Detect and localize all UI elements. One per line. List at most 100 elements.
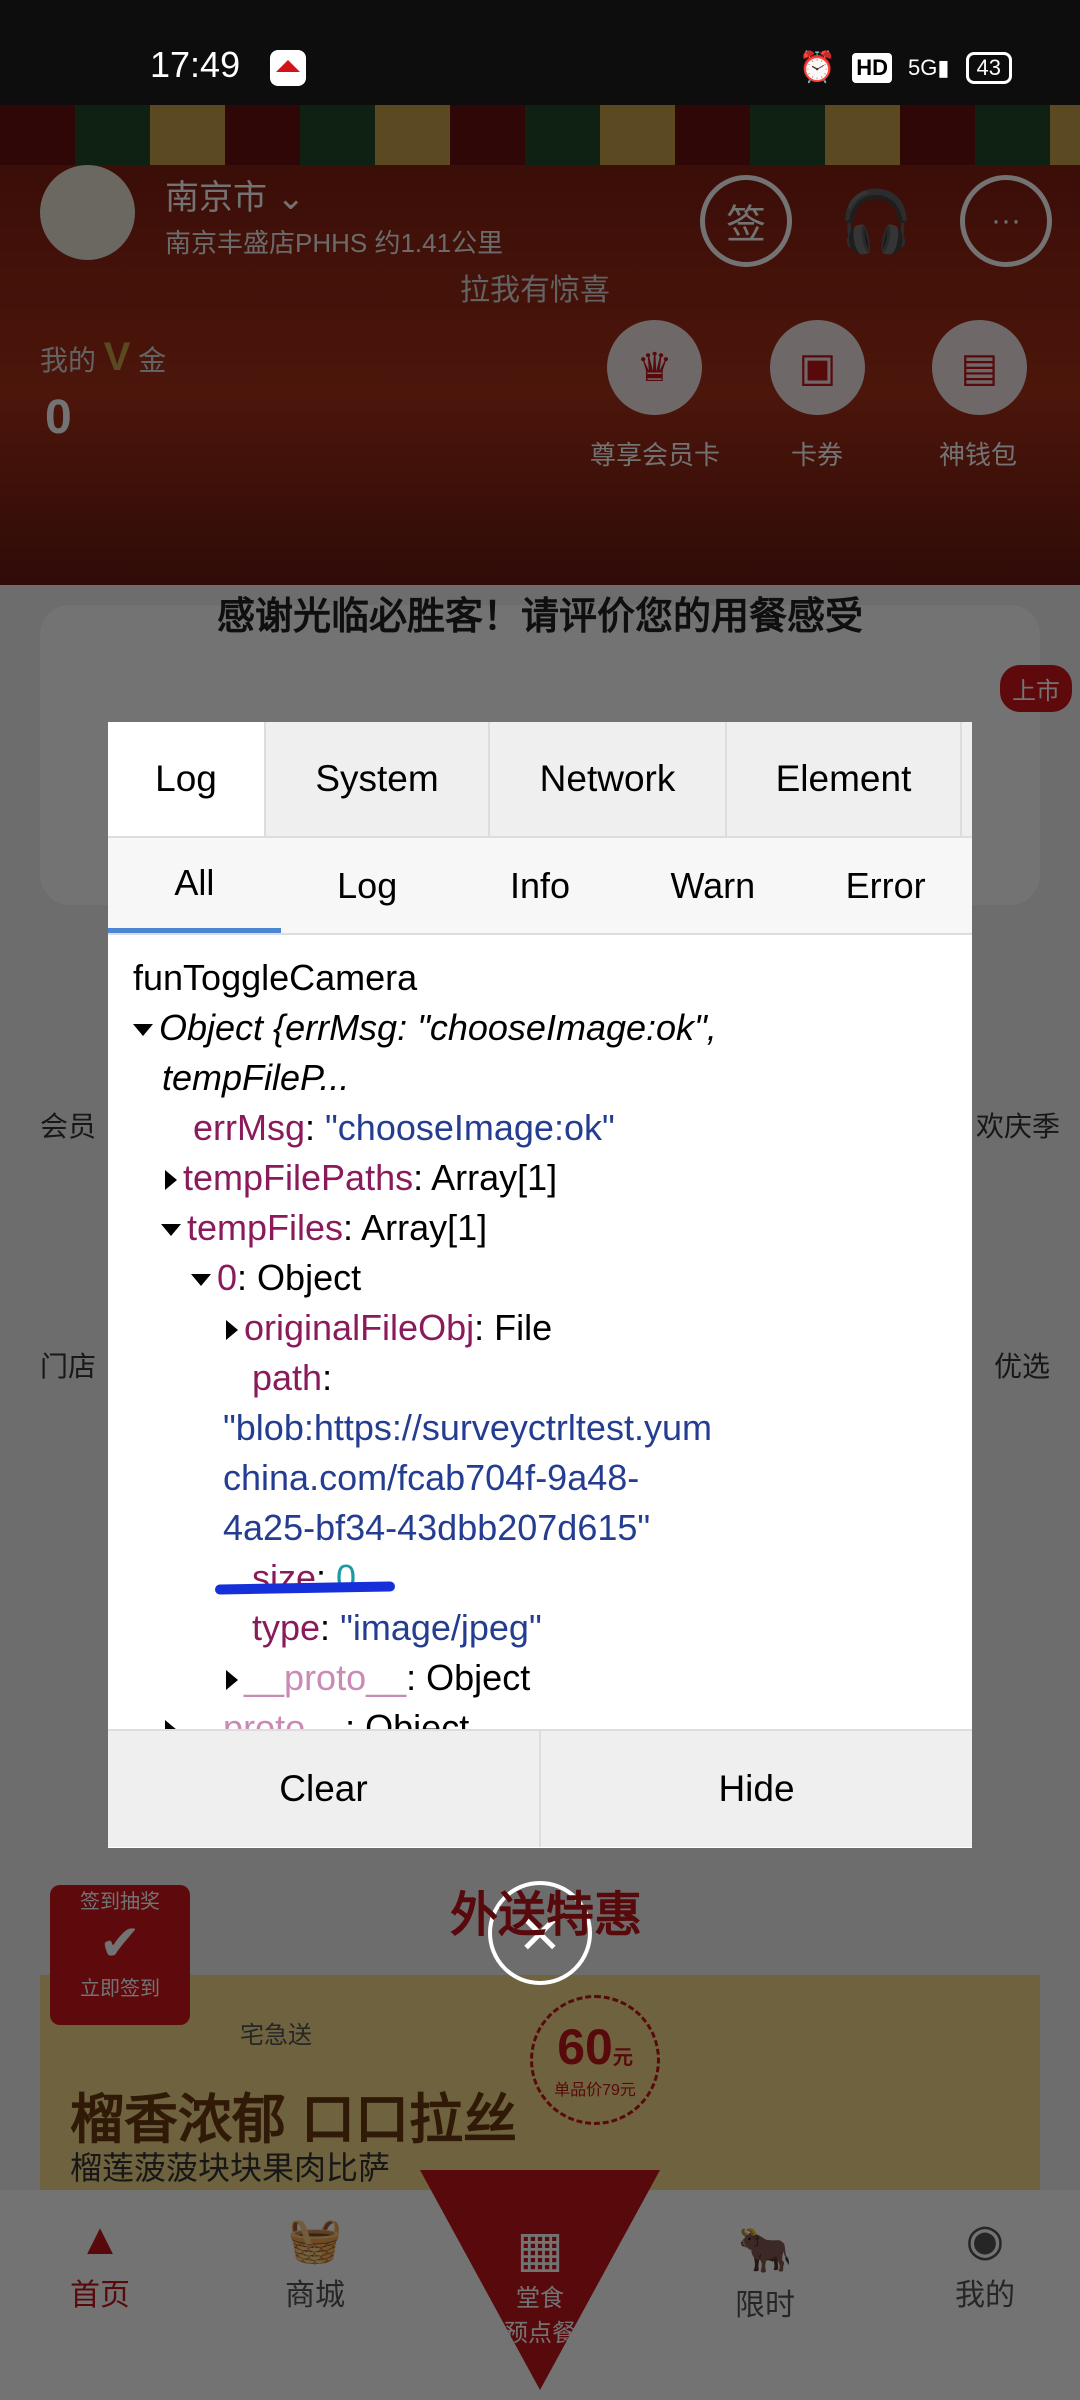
- key: errMsg: [193, 1107, 306, 1148]
- nav-limited[interactable]: 🐂 限时: [685, 2220, 845, 2324]
- tab-network[interactable]: Network: [490, 722, 727, 836]
- tab-log[interactable]: Log: [108, 722, 266, 836]
- signal-icon: 5G▮: [908, 54, 950, 80]
- value: Array[1]: [361, 1207, 488, 1248]
- sign-label: 签: [726, 203, 766, 247]
- price-unit: 元: [612, 2047, 633, 2069]
- qr-code-icon: ▦: [516, 2221, 564, 2277]
- bull-icon: 🐂: [737, 2226, 793, 2275]
- path-value-3: 4a25-bf34-43dbb207d615": [223, 1507, 651, 1548]
- key: tempFilePaths: [183, 1157, 414, 1198]
- sign-in-lottery[interactable]: 签到抽奖 ✔ 立即签到: [50, 1885, 190, 2025]
- store-info[interactable]: 南京丰盛店PHHS 约1.41公里: [165, 223, 503, 260]
- object-summary[interactable]: Object {errMsg: "chooseImage:ok",: [108, 1003, 972, 1053]
- my-label: 我的: [40, 345, 97, 376]
- pull-surprise[interactable]: 拉我有惊喜: [460, 265, 610, 309]
- sign-in-now: 立即签到: [80, 1978, 160, 2000]
- crown-icon[interactable]: ♛: [607, 320, 702, 415]
- alarm-icon: ⏰: [798, 51, 837, 84]
- log-output[interactable]: funToggleCamera Object {errMsg: "chooseI…: [108, 935, 972, 1729]
- wallet-icon[interactable]: ▣: [770, 320, 865, 415]
- tempfilepaths-line[interactable]: tempFilePaths: Array[1]: [108, 1153, 972, 1203]
- collapse-triangle-icon: [161, 1224, 181, 1237]
- expand-triangle-icon: [165, 1170, 177, 1191]
- expand-triangle-icon: [165, 1720, 177, 1729]
- filter-all[interactable]: All: [108, 838, 281, 933]
- v-gold-label: 我的 V 金: [40, 335, 166, 380]
- headset-icon[interactable]: 🎧: [830, 175, 922, 267]
- hide-button[interactable]: Hide: [539, 1731, 972, 1847]
- tab-element[interactable]: Element: [727, 722, 962, 836]
- section-title: 外送特惠: [450, 1889, 643, 1942]
- nav-home[interactable]: ▲ 首页: [20, 2210, 180, 2314]
- nav-home-label: 首页: [70, 2279, 130, 2312]
- filter-info[interactable]: Info: [454, 838, 627, 933]
- side-label-left2[interactable]: 门店: [40, 1345, 96, 1385]
- nav-limited-label: 限时: [735, 2289, 795, 2322]
- key: originalFileObj: [244, 1307, 475, 1348]
- sign-in-badge: 签到抽奖: [80, 1891, 160, 1913]
- side-label-right2[interactable]: 优选: [994, 1345, 1050, 1385]
- expand-triangle-icon: [226, 1320, 238, 1341]
- console-actions: Clear Hide: [108, 1729, 972, 1847]
- path-line: path:: [252, 1357, 333, 1398]
- message-icon[interactable]: ···: [960, 175, 1052, 267]
- city-label: 南京市: [165, 179, 267, 217]
- expand-triangle-icon: [226, 1670, 238, 1691]
- value: "image/jpeg": [340, 1607, 542, 1648]
- nav-mine-label: 我的: [955, 2279, 1015, 2312]
- v-gold-value: 0: [45, 391, 72, 444]
- object-summary-cont: tempFileP...: [162, 1057, 350, 1098]
- size-line: size: 0: [252, 1557, 357, 1598]
- index-line[interactable]: 0: Object: [108, 1253, 972, 1303]
- network-type: 5G: [908, 54, 938, 80]
- filter-error[interactable]: Error: [799, 838, 972, 933]
- coupon-label[interactable]: 卡券: [737, 435, 897, 472]
- console-tabs: Log System Network Element: [108, 722, 972, 838]
- purse-icon[interactable]: ▤: [932, 320, 1027, 415]
- pizzahut-roof-icon: ▲: [78, 2215, 122, 2264]
- nav-mine[interactable]: ◉ 我的: [905, 2210, 1065, 2314]
- pizzahut-notification-icon: [270, 50, 306, 86]
- member-card-label[interactable]: 尊享会员卡: [575, 435, 735, 472]
- originalfileobj-line[interactable]: originalFileObj: File: [108, 1303, 972, 1353]
- christmas-header: 南京市 ⌄ 南京丰盛店PHHS 约1.41公里 拉我有惊喜 签 🎧 ··· 我的…: [0, 105, 1080, 585]
- qr-order-button[interactable]: ▦ 堂食 预点餐: [420, 2170, 660, 2390]
- key: type: [252, 1607, 321, 1648]
- city-selector[interactable]: 南京市 ⌄: [165, 170, 305, 219]
- side-label-right1[interactable]: 欢庆季: [976, 1105, 1060, 1145]
- key: 0: [217, 1257, 238, 1298]
- proto-line[interactable]: __proto__: Object: [108, 1653, 972, 1703]
- errmsg-line: errMsg: "chooseImage:ok": [193, 1107, 615, 1148]
- filter-log[interactable]: Log: [281, 838, 454, 933]
- path-value-1: "blob:https://surveyctrltest.yum: [223, 1407, 712, 1448]
- value: Object: [257, 1257, 362, 1298]
- tempfiles-line[interactable]: tempFiles: Array[1]: [108, 1203, 972, 1253]
- filter-warn[interactable]: Warn: [626, 838, 799, 933]
- key: tempFiles: [187, 1207, 344, 1248]
- qr-line1: 堂食: [516, 2285, 564, 2312]
- proto-line-outer[interactable]: __proto__: Object: [108, 1703, 972, 1729]
- clear-button[interactable]: Clear: [108, 1731, 539, 1847]
- bottom-nav: ▲ 首页 🧺 商城 ▦ 堂食 预点餐 🐂 限时 ◉ 我的: [0, 2170, 1080, 2400]
- key: __proto__: [183, 1707, 346, 1729]
- log-filter-tabs: All Log Info Warn Error: [108, 838, 972, 935]
- wallet-label[interactable]: 神钱包: [898, 435, 1058, 472]
- status-bar: 17:49 ⏰ HD 5G▮ 43: [0, 0, 1080, 105]
- sign-in-icon[interactable]: 签: [700, 175, 792, 267]
- tab-system[interactable]: System: [266, 722, 490, 836]
- avatar[interactable]: [40, 165, 135, 260]
- chevron-down-icon: ⌄: [276, 179, 305, 217]
- v-letter: V: [103, 335, 131, 379]
- side-label-left1[interactable]: 会员: [40, 1105, 96, 1145]
- battery-icon: 43: [965, 51, 1012, 84]
- log-line: funToggleCamera: [133, 957, 418, 998]
- value: "chooseImage:ok": [325, 1107, 615, 1148]
- vconsole-panel: Log System Network Element All Log Info …: [108, 722, 972, 1848]
- key: path: [252, 1357, 323, 1398]
- value: Object: [426, 1657, 531, 1698]
- basket-icon: 🧺: [287, 2216, 343, 2265]
- hd-icon: HD: [852, 52, 893, 83]
- nav-mall[interactable]: 🧺 商城: [235, 2210, 395, 2314]
- price: 60: [557, 2019, 613, 2075]
